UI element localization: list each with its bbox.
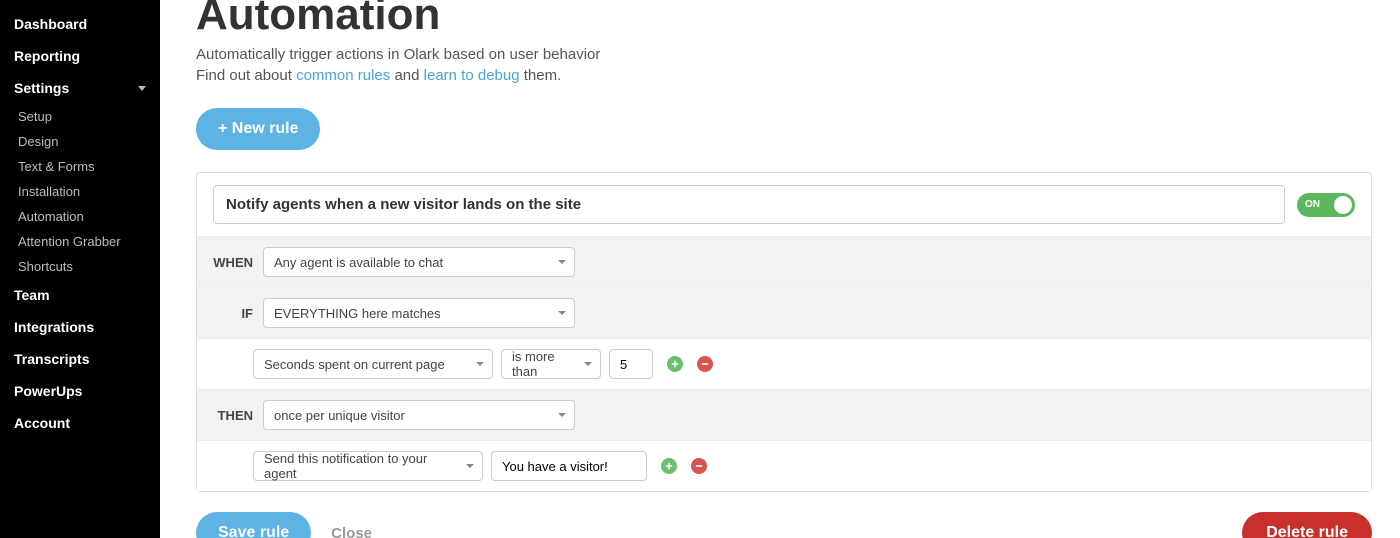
if-label: IF xyxy=(207,306,263,321)
when-select[interactable]: Any agent is available to chat xyxy=(263,247,575,277)
save-rule-button[interactable]: Save rule xyxy=(196,512,311,538)
then-row: THEN once per unique visitor xyxy=(197,389,1371,440)
close-button[interactable]: Close xyxy=(331,525,372,538)
then-label: THEN xyxy=(207,408,263,423)
if-match-select[interactable]: EVERYTHING here matches xyxy=(263,298,575,328)
rule-panel: ON WHEN Any agent is available to chat I… xyxy=(196,172,1372,492)
sidebar-item-dashboard[interactable]: Dashboard xyxy=(0,8,160,40)
sidebar-sub-attention-grabber[interactable]: Attention Grabber xyxy=(0,229,160,254)
sidebar-sub-setup[interactable]: Setup xyxy=(0,104,160,129)
add-action-button[interactable] xyxy=(661,458,677,474)
toggle-on-label: ON xyxy=(1305,199,1320,210)
link-common-rules[interactable]: common rules xyxy=(296,67,390,84)
sidebar-item-settings[interactable]: Settings xyxy=(0,72,160,104)
remove-action-button[interactable] xyxy=(691,458,707,474)
sidebar-sub-design[interactable]: Design xyxy=(0,129,160,154)
main-content: Automation Automatically trigger actions… xyxy=(160,0,1400,538)
sidebar-sub-automation[interactable]: Automation xyxy=(0,204,160,229)
add-condition-button[interactable] xyxy=(667,356,683,372)
page-subtitle: Automatically trigger actions in Olark b… xyxy=(196,44,1372,86)
page-title: Automation xyxy=(196,0,1372,40)
actions-bar: Save rule Close Delete rule xyxy=(196,512,1372,538)
toggle-knob xyxy=(1334,196,1352,214)
rule-enabled-toggle[interactable]: ON xyxy=(1297,193,1355,217)
if-row: IF EVERYTHING here matches xyxy=(197,287,1371,338)
sidebar-item-powerups[interactable]: PowerUps xyxy=(0,375,160,407)
caret-down-icon xyxy=(584,362,592,366)
link-learn-debug[interactable]: learn to debug xyxy=(424,67,520,84)
then-action-row: Send this notification to your agent xyxy=(197,440,1371,491)
sidebar-item-account[interactable]: Account xyxy=(0,407,160,439)
sidebar-sub-installation[interactable]: Installation xyxy=(0,179,160,204)
caret-down-icon xyxy=(476,362,484,366)
chevron-down-icon xyxy=(138,86,146,91)
if-operator-select[interactable]: is more than xyxy=(501,349,601,379)
sidebar-item-reporting[interactable]: Reporting xyxy=(0,40,160,72)
remove-condition-button[interactable] xyxy=(697,356,713,372)
then-frequency-select[interactable]: once per unique visitor xyxy=(263,400,575,430)
if-value-input[interactable] xyxy=(609,349,653,379)
caret-down-icon xyxy=(558,311,566,315)
then-action-type-select[interactable]: Send this notification to your agent xyxy=(253,451,483,481)
if-condition-row: Seconds spent on current page is more th… xyxy=(197,338,1371,389)
delete-rule-button[interactable]: Delete rule xyxy=(1242,512,1372,538)
caret-down-icon xyxy=(558,413,566,417)
caret-down-icon xyxy=(466,464,474,468)
sidebar: Dashboard Reporting Settings Setup Desig… xyxy=(0,0,160,538)
when-label: WHEN xyxy=(207,255,263,270)
sidebar-item-team[interactable]: Team xyxy=(0,279,160,311)
if-field-select[interactable]: Seconds spent on current page xyxy=(253,349,493,379)
new-rule-button[interactable]: + New rule xyxy=(196,108,320,150)
sidebar-sub-text-forms[interactable]: Text & Forms xyxy=(0,154,160,179)
caret-down-icon xyxy=(558,260,566,264)
sidebar-item-transcripts[interactable]: Transcripts xyxy=(0,343,160,375)
rule-title-input[interactable] xyxy=(213,185,1285,224)
when-row: WHEN Any agent is available to chat xyxy=(197,236,1371,287)
rule-header: ON xyxy=(197,173,1371,236)
then-action-value-input[interactable] xyxy=(491,451,647,481)
sidebar-sub-shortcuts[interactable]: Shortcuts xyxy=(0,254,160,279)
sidebar-item-integrations[interactable]: Integrations xyxy=(0,311,160,343)
